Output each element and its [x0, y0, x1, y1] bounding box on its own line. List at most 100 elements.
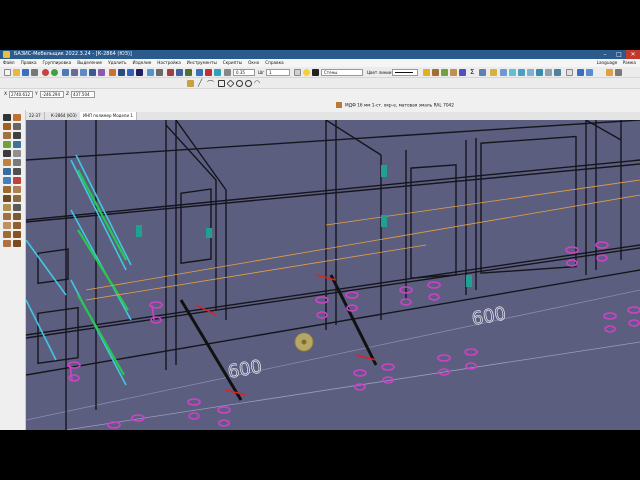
- undo-icon[interactable]: [42, 69, 49, 76]
- view-icon[interactable]: [156, 69, 163, 76]
- panel-front-icon[interactable]: [3, 123, 11, 130]
- view-iso-icon[interactable]: [527, 69, 534, 76]
- layout-save-icon[interactable]: [577, 69, 584, 76]
- texture-icon[interactable]: [450, 69, 457, 76]
- edit-icon[interactable]: [13, 159, 21, 166]
- plinth-icon[interactable]: [3, 204, 11, 211]
- print-icon[interactable]: [31, 69, 38, 76]
- y-input[interactable]: -246.294: [40, 91, 64, 98]
- handle-icon[interactable]: [3, 195, 11, 202]
- edge-icon[interactable]: [441, 69, 448, 76]
- menu-select[interactable]: Выделение: [74, 59, 105, 67]
- layer-color-icon[interactable]: [312, 69, 319, 76]
- open-folder-icon[interactable]: [13, 69, 20, 76]
- view-zoom-icon[interactable]: [545, 69, 552, 76]
- view-fit-icon[interactable]: [554, 69, 561, 76]
- menu-product[interactable]: Изделие: [129, 59, 154, 67]
- move-icon[interactable]: [71, 69, 78, 76]
- options-icon[interactable]: [615, 69, 622, 76]
- z-input[interactable]: 437.504: [71, 91, 95, 98]
- arc-icon[interactable]: ◠: [254, 79, 260, 87]
- array-icon[interactable]: [13, 222, 21, 229]
- split-icon[interactable]: [13, 177, 21, 184]
- mirror-panel-icon[interactable]: [3, 222, 11, 229]
- material-swatch[interactable]: [336, 102, 342, 108]
- mirror-icon[interactable]: [98, 69, 105, 76]
- new-file-icon[interactable]: [4, 69, 11, 76]
- tab-22-37[interactable]: 22-37: [26, 112, 45, 120]
- leg-icon[interactable]: [13, 195, 21, 202]
- view-side-icon[interactable]: [518, 69, 525, 76]
- pan-icon[interactable]: [185, 69, 192, 76]
- wireframe-icon[interactable]: [196, 69, 203, 76]
- slide-icon[interactable]: [13, 231, 21, 238]
- panel-icon[interactable]: [566, 69, 573, 76]
- lock-icon[interactable]: [224, 69, 231, 76]
- shade-icon[interactable]: [205, 69, 212, 76]
- sum-icon[interactable]: Σ: [470, 68, 474, 76]
- line-icon[interactable]: ╱: [198, 79, 202, 87]
- rotate-panel-icon[interactable]: [13, 150, 21, 157]
- line-type-select[interactable]: [392, 69, 418, 76]
- minimize-button[interactable]: –: [598, 50, 612, 59]
- menu-group[interactable]: Группировка: [40, 59, 75, 67]
- shelf-icon[interactable]: [13, 132, 21, 139]
- carcass-icon[interactable]: [3, 213, 11, 220]
- x-input[interactable]: 2740.612: [9, 91, 33, 98]
- rectangle-icon[interactable]: [218, 80, 225, 87]
- layout-menu[interactable]: Рамка: [623, 60, 636, 65]
- cursor-icon[interactable]: [187, 80, 194, 87]
- view-persp-icon[interactable]: [536, 69, 543, 76]
- copy-icon[interactable]: [89, 69, 96, 76]
- facade-icon[interactable]: [13, 204, 21, 211]
- panel-v-icon[interactable]: [13, 114, 21, 121]
- menu-settings[interactable]: Настройка: [154, 59, 184, 67]
- arrow-icon[interactable]: [13, 141, 21, 148]
- polyline-icon[interactable]: ⌒: [207, 79, 214, 89]
- connector-icon[interactable]: [13, 240, 21, 247]
- menu-help[interactable]: Справка: [262, 59, 286, 67]
- groove-icon[interactable]: [13, 168, 21, 175]
- profile-icon[interactable]: [3, 168, 11, 175]
- menu-file[interactable]: Файл: [0, 59, 18, 67]
- menu-edit[interactable]: Правка: [18, 59, 40, 67]
- panel-h-icon[interactable]: [3, 114, 11, 121]
- dimension-icon[interactable]: [167, 69, 174, 76]
- view-top-icon[interactable]: [509, 69, 516, 76]
- menu-delete[interactable]: Удалить: [105, 59, 129, 67]
- circle-icon[interactable]: [236, 80, 243, 87]
- grid-icon[interactable]: [118, 69, 125, 76]
- tab-model[interactable]: ИНП полимер Модели 1: [80, 112, 137, 120]
- menu-window[interactable]: Окно: [245, 59, 262, 67]
- folder-icon[interactable]: [423, 69, 430, 76]
- line-width-select[interactable]: 0.35: [233, 69, 255, 76]
- view-front-icon[interactable]: [500, 69, 507, 76]
- properties-icon[interactable]: [479, 69, 486, 76]
- hidden-icon[interactable]: [214, 69, 221, 76]
- language-menu[interactable]: Language: [597, 60, 618, 65]
- top-icon[interactable]: [13, 213, 21, 220]
- lift-icon[interactable]: [3, 240, 11, 247]
- ortho-icon[interactable]: [127, 69, 134, 76]
- save-icon[interactable]: [22, 69, 29, 76]
- select-icon[interactable]: [62, 69, 69, 76]
- rotate-icon[interactable]: [80, 69, 87, 76]
- door-icon[interactable]: [3, 141, 11, 148]
- zoom-icon[interactable]: [176, 69, 183, 76]
- 3d-viewport[interactable]: 600 600: [26, 120, 640, 430]
- menu-tools[interactable]: Инструменты: [184, 59, 220, 67]
- panel-back-icon[interactable]: [13, 123, 21, 130]
- cut-icon[interactable]: [3, 150, 11, 157]
- material-icon[interactable]: [432, 69, 439, 76]
- align-icon[interactable]: [3, 177, 11, 184]
- layout-load-icon[interactable]: [586, 69, 593, 76]
- furniture-icon[interactable]: [3, 186, 11, 193]
- box-icon[interactable]: [3, 159, 11, 166]
- snap-icon[interactable]: [109, 69, 116, 76]
- wood-icon[interactable]: [13, 186, 21, 193]
- redo-icon[interactable]: [51, 69, 58, 76]
- layers-icon[interactable]: [136, 69, 143, 76]
- tab-k-2864[interactable]: К-2864 (ЮЗ): [48, 112, 81, 120]
- render-icon[interactable]: [147, 69, 154, 76]
- fasteners-icon[interactable]: [459, 69, 466, 76]
